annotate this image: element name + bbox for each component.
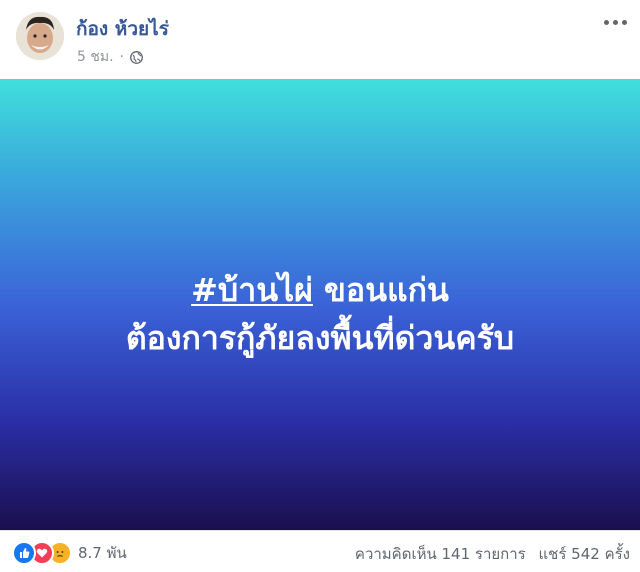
more-options-icon[interactable] <box>600 10 630 34</box>
post-text-line-1: #บ้านไผ่ ขอนแก่น <box>126 266 514 314</box>
reaction-count: 8.7 พัน <box>78 544 127 562</box>
reactions-summary[interactable]: 8.7 พัน <box>12 541 127 565</box>
post-content: #บ้านไผ่ ขอนแก่น ต้องการกู้ภัยลงพื้นที่ด… <box>0 79 640 530</box>
post-location-text: ขอนแก่น <box>312 270 449 309</box>
author-name[interactable]: ก้อง ห้วยไร่ <box>76 14 169 44</box>
post-text: #บ้านไผ่ ขอนแก่น ต้องการกู้ภัยลงพื้นที่ด… <box>126 266 514 362</box>
post-time[interactable]: 5 ชม. <box>77 46 114 68</box>
author-avatar[interactable] <box>16 12 64 60</box>
engagement-stats: ความคิดเห็น 141 รายการ แชร์ 542 ครั้ง <box>355 542 630 566</box>
post-text-line-2: ต้องการกู้ภัยลงพื้นที่ด่วนครับ <box>125 318 515 357</box>
comments-count[interactable]: ความคิดเห็น 141 รายการ <box>355 545 526 563</box>
facebook-post: ก้อง ห้วยไร่ 5 ชม. · #บ้านไผ่ ขอนแก่น ต้… <box>0 0 640 572</box>
globe-icon[interactable] <box>130 50 143 64</box>
shares-count[interactable]: แชร์ 542 ครั้ง <box>539 545 631 563</box>
post-header: ก้อง ห้วยไร่ 5 ชม. · <box>0 0 640 80</box>
meta-separator: · <box>119 49 124 65</box>
post-meta: 5 ชม. · <box>77 46 143 68</box>
post-footer: 8.7 พัน ความคิดเห็น 141 รายการ แชร์ 542 … <box>0 530 640 572</box>
hashtag-link[interactable]: #บ้านไผ่ <box>191 271 313 309</box>
avatar-photo <box>16 12 64 60</box>
like-icon <box>12 541 36 565</box>
